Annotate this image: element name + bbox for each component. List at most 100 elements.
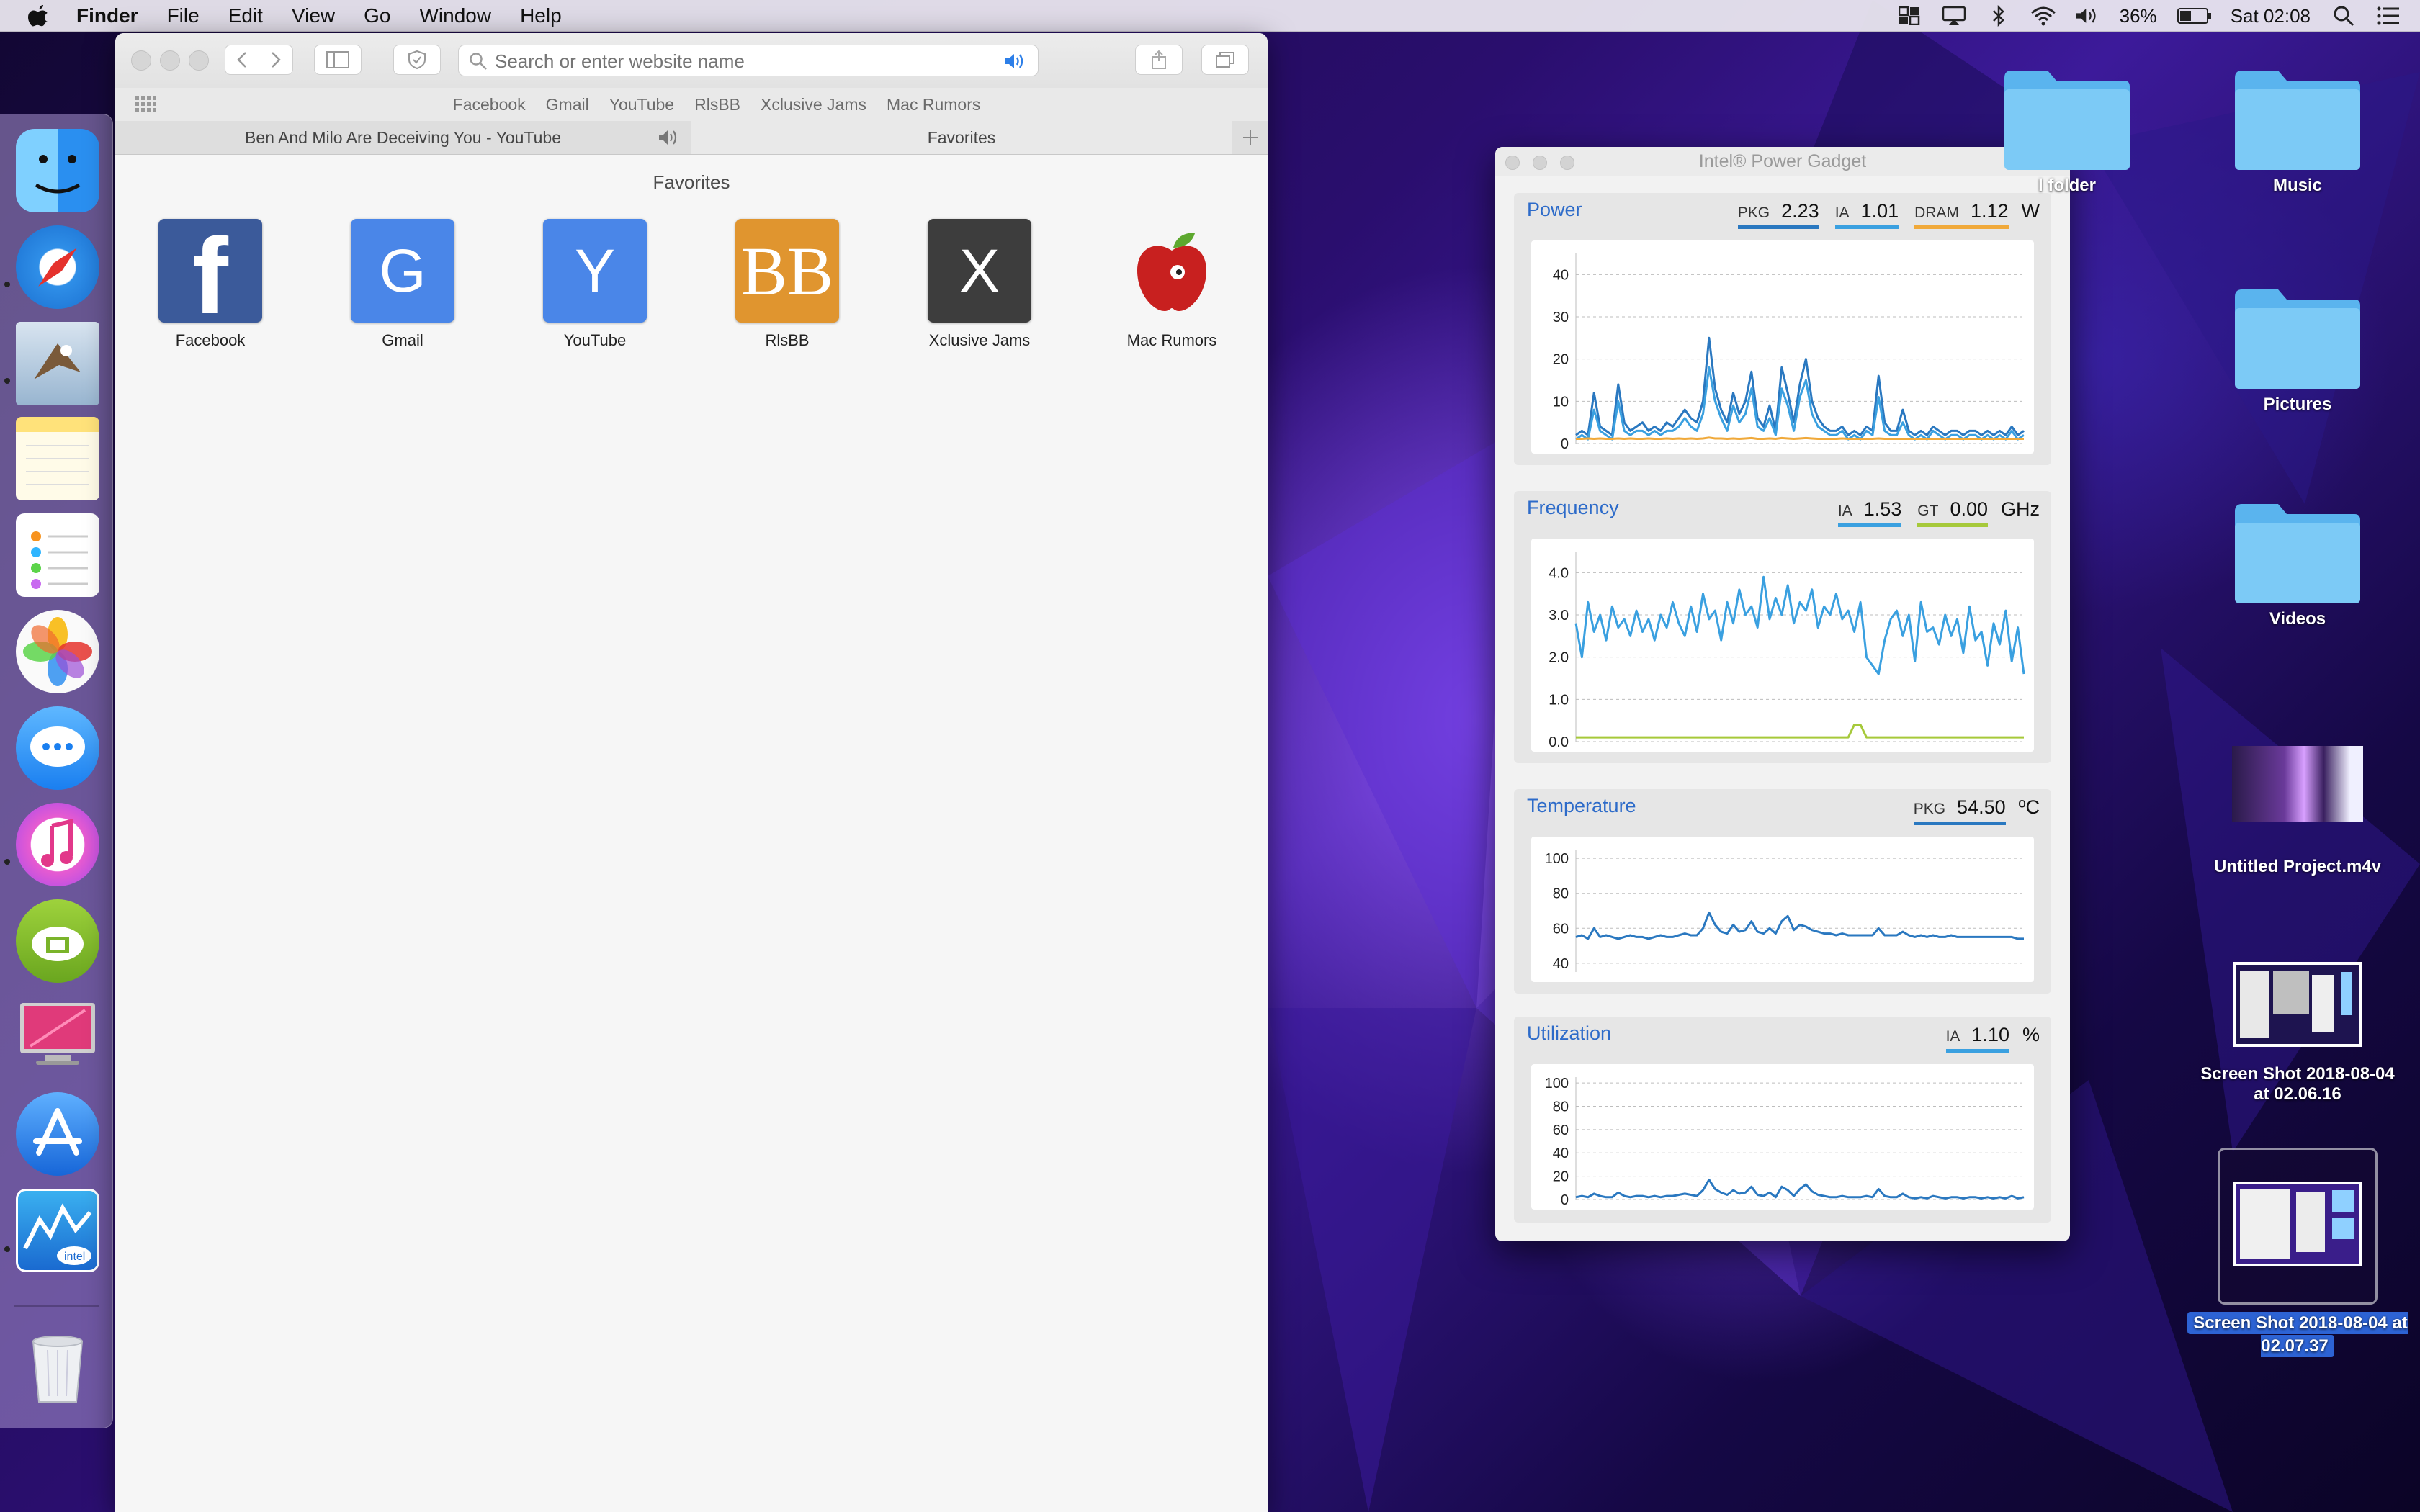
- plus-icon: [1242, 130, 1258, 145]
- airplay-icon[interactable]: [1941, 5, 1967, 27]
- close-button[interactable]: [1505, 156, 1520, 170]
- notes-dock-icon[interactable]: [16, 417, 99, 500]
- folder-icon: [2232, 284, 2363, 390]
- rlsbb-glyph: BB: [740, 232, 834, 310]
- favorite-tile-gmail[interactable]: G Gmail: [323, 219, 482, 350]
- desktop-folder-pictures[interactable]: Pictures: [2197, 284, 2398, 415]
- trash-dock-icon[interactable]: [16, 1324, 99, 1408]
- bookmark-gmail[interactable]: Gmail: [546, 95, 589, 114]
- readout-ia: IA 1.10: [1945, 1024, 2009, 1053]
- series-line-3: [1576, 436, 2024, 440]
- readout-key: GT: [1917, 503, 1939, 519]
- chevron-right-icon: [272, 52, 281, 68]
- menu-view[interactable]: View: [292, 4, 335, 27]
- spotlight-search-icon[interactable]: [2331, 5, 2357, 27]
- favorite-tile-facebook[interactable]: f Facebook: [131, 219, 290, 350]
- desktop-folder-music[interactable]: Music: [2197, 65, 2398, 196]
- zoom-button[interactable]: [1560, 156, 1574, 170]
- desktop-folder-videos[interactable]: Videos: [2197, 498, 2398, 629]
- desktop-icon-label: Videos: [2269, 609, 2326, 629]
- tab-title: Ben And Milo Are Deceiving You - YouTube: [244, 127, 562, 147]
- menu-edit[interactable]: Edit: [228, 4, 263, 27]
- y-tick-label: 20: [1553, 352, 1569, 368]
- menu-go[interactable]: Go: [364, 4, 390, 27]
- address-bar[interactable]: [458, 45, 1039, 76]
- show-all-tabs-button[interactable]: [1201, 45, 1249, 75]
- downloader-dock-icon[interactable]: [16, 899, 99, 983]
- forward-button[interactable]: [259, 45, 293, 75]
- intel-power-gadget-dock-icon[interactable]: intel: [16, 1189, 99, 1272]
- photos-dock-icon[interactable]: [16, 610, 99, 693]
- tab-favorites[interactable]: Favorites: [691, 121, 1232, 154]
- temperature-readouts: PKG 54.50 ºC: [1898, 796, 2040, 825]
- desktop-file-screenshot-1[interactable]: Screen Shot 2018-08-04 at 02.06.16: [2197, 962, 2398, 1104]
- readout-key: DRAM: [1914, 204, 1959, 221]
- notification-center-icon[interactable]: [2375, 5, 2401, 27]
- reminders-dock-icon[interactable]: [16, 513, 99, 597]
- readout-pkg: PKG 54.50: [1913, 796, 2006, 825]
- mission-control-icon[interactable]: [1896, 5, 1922, 27]
- battery-icon[interactable]: [2177, 5, 2212, 27]
- series-line-1: [1575, 911, 2024, 940]
- menu-window[interactable]: Window: [419, 4, 491, 27]
- address-input[interactable]: [493, 48, 986, 74]
- messages-dock-icon[interactable]: [16, 706, 99, 790]
- tab-audio-icon[interactable]: [658, 128, 681, 147]
- bluetooth-icon[interactable]: [1986, 5, 2012, 27]
- sidebar-toggle-button[interactable]: [314, 45, 362, 75]
- favorite-tile-youtube[interactable]: Y YouTube: [516, 219, 674, 350]
- desktop-file-screenshot-2[interactable]: Screen Shot 2018-08-04 at 02.07.37: [2187, 1148, 2408, 1358]
- new-tab-button[interactable]: [1232, 121, 1268, 154]
- readout-value: 54.50: [1957, 796, 2006, 818]
- privacy-shield-button[interactable]: [393, 45, 441, 75]
- menu-help[interactable]: Help: [520, 4, 562, 27]
- safari-toolbar: [115, 33, 1268, 89]
- itunes-dock-icon[interactable]: [16, 803, 99, 886]
- y-tick-label: 40: [1553, 956, 1569, 972]
- menu-file[interactable]: File: [167, 4, 200, 27]
- youtube-glyph: Y: [574, 236, 616, 305]
- running-indicator: [4, 378, 10, 384]
- apple-menu-icon[interactable]: [27, 4, 50, 28]
- minimize-button[interactable]: [1533, 156, 1547, 170]
- bookmark-youtube[interactable]: YouTube: [609, 95, 674, 114]
- app-store-dock-icon[interactable]: [16, 1092, 99, 1176]
- cleanmymac-dock-icon[interactable]: [16, 996, 99, 1079]
- y-tick-label: 1.0: [1549, 692, 1569, 708]
- zoom-button[interactable]: [189, 50, 209, 71]
- youtube-icon: Y: [543, 219, 647, 323]
- close-button[interactable]: [131, 50, 151, 71]
- bookmark-rlsbb[interactable]: RlsBB: [694, 95, 740, 114]
- minimize-button[interactable]: [160, 50, 180, 71]
- menu-clock[interactable]: Sat 02:08: [2231, 5, 2311, 27]
- volume-icon[interactable]: [2075, 5, 2101, 27]
- mail-dock-icon[interactable]: [16, 322, 99, 405]
- bookmark-xclusive-jams[interactable]: Xclusive Jams: [761, 95, 866, 114]
- back-button[interactable]: [225, 45, 259, 75]
- y-tick-label: 40: [1553, 1146, 1569, 1161]
- favorite-label: Xclusive Jams: [928, 331, 1031, 349]
- power-panel: Power PKG 2.23 IA 1.01 DRAM 1.12 W 40 30 20 10…: [1514, 193, 2051, 465]
- bookmark-mac-rumors[interactable]: Mac Rumors: [887, 95, 980, 114]
- finder-dock-icon[interactable]: [16, 129, 99, 212]
- favorite-tile-rlsbb[interactable]: BB RlsBB: [708, 219, 866, 350]
- mac-rumors-apple-icon: [1120, 219, 1224, 323]
- readout-value: 1.12: [1970, 200, 2009, 222]
- favorite-tile-mac-rumors[interactable]: Mac Rumors: [1093, 219, 1251, 350]
- wifi-icon[interactable]: [2030, 5, 2056, 27]
- share-button[interactable]: [1135, 45, 1183, 75]
- safari-dock-icon[interactable]: [16, 225, 99, 309]
- temperature-chart-svg: 100 80 60 40: [1545, 850, 2024, 972]
- power-chart-svg: 40 30 20 10 0: [1553, 253, 2025, 452]
- favorite-tile-xclusive-jams[interactable]: X Xclusive Jams: [900, 219, 1059, 350]
- readout-unit: GHz: [2001, 498, 2040, 520]
- desktop-file-untitled-project[interactable]: Untitled Project.m4v: [2197, 746, 2398, 877]
- favorites-heading: Favorites: [653, 171, 730, 193]
- tab-youtube[interactable]: Ben And Milo Are Deceiving You - YouTube: [115, 121, 691, 154]
- readout-key: PKG: [1913, 801, 1946, 817]
- bookmark-facebook[interactable]: Facebook: [453, 95, 526, 114]
- menu-app-name[interactable]: Finder: [76, 4, 138, 27]
- desktop-folder-new[interactable]: l folder: [1966, 65, 2168, 196]
- readout-key: IA: [1945, 1028, 1960, 1045]
- audio-playing-icon[interactable]: [1003, 51, 1028, 71]
